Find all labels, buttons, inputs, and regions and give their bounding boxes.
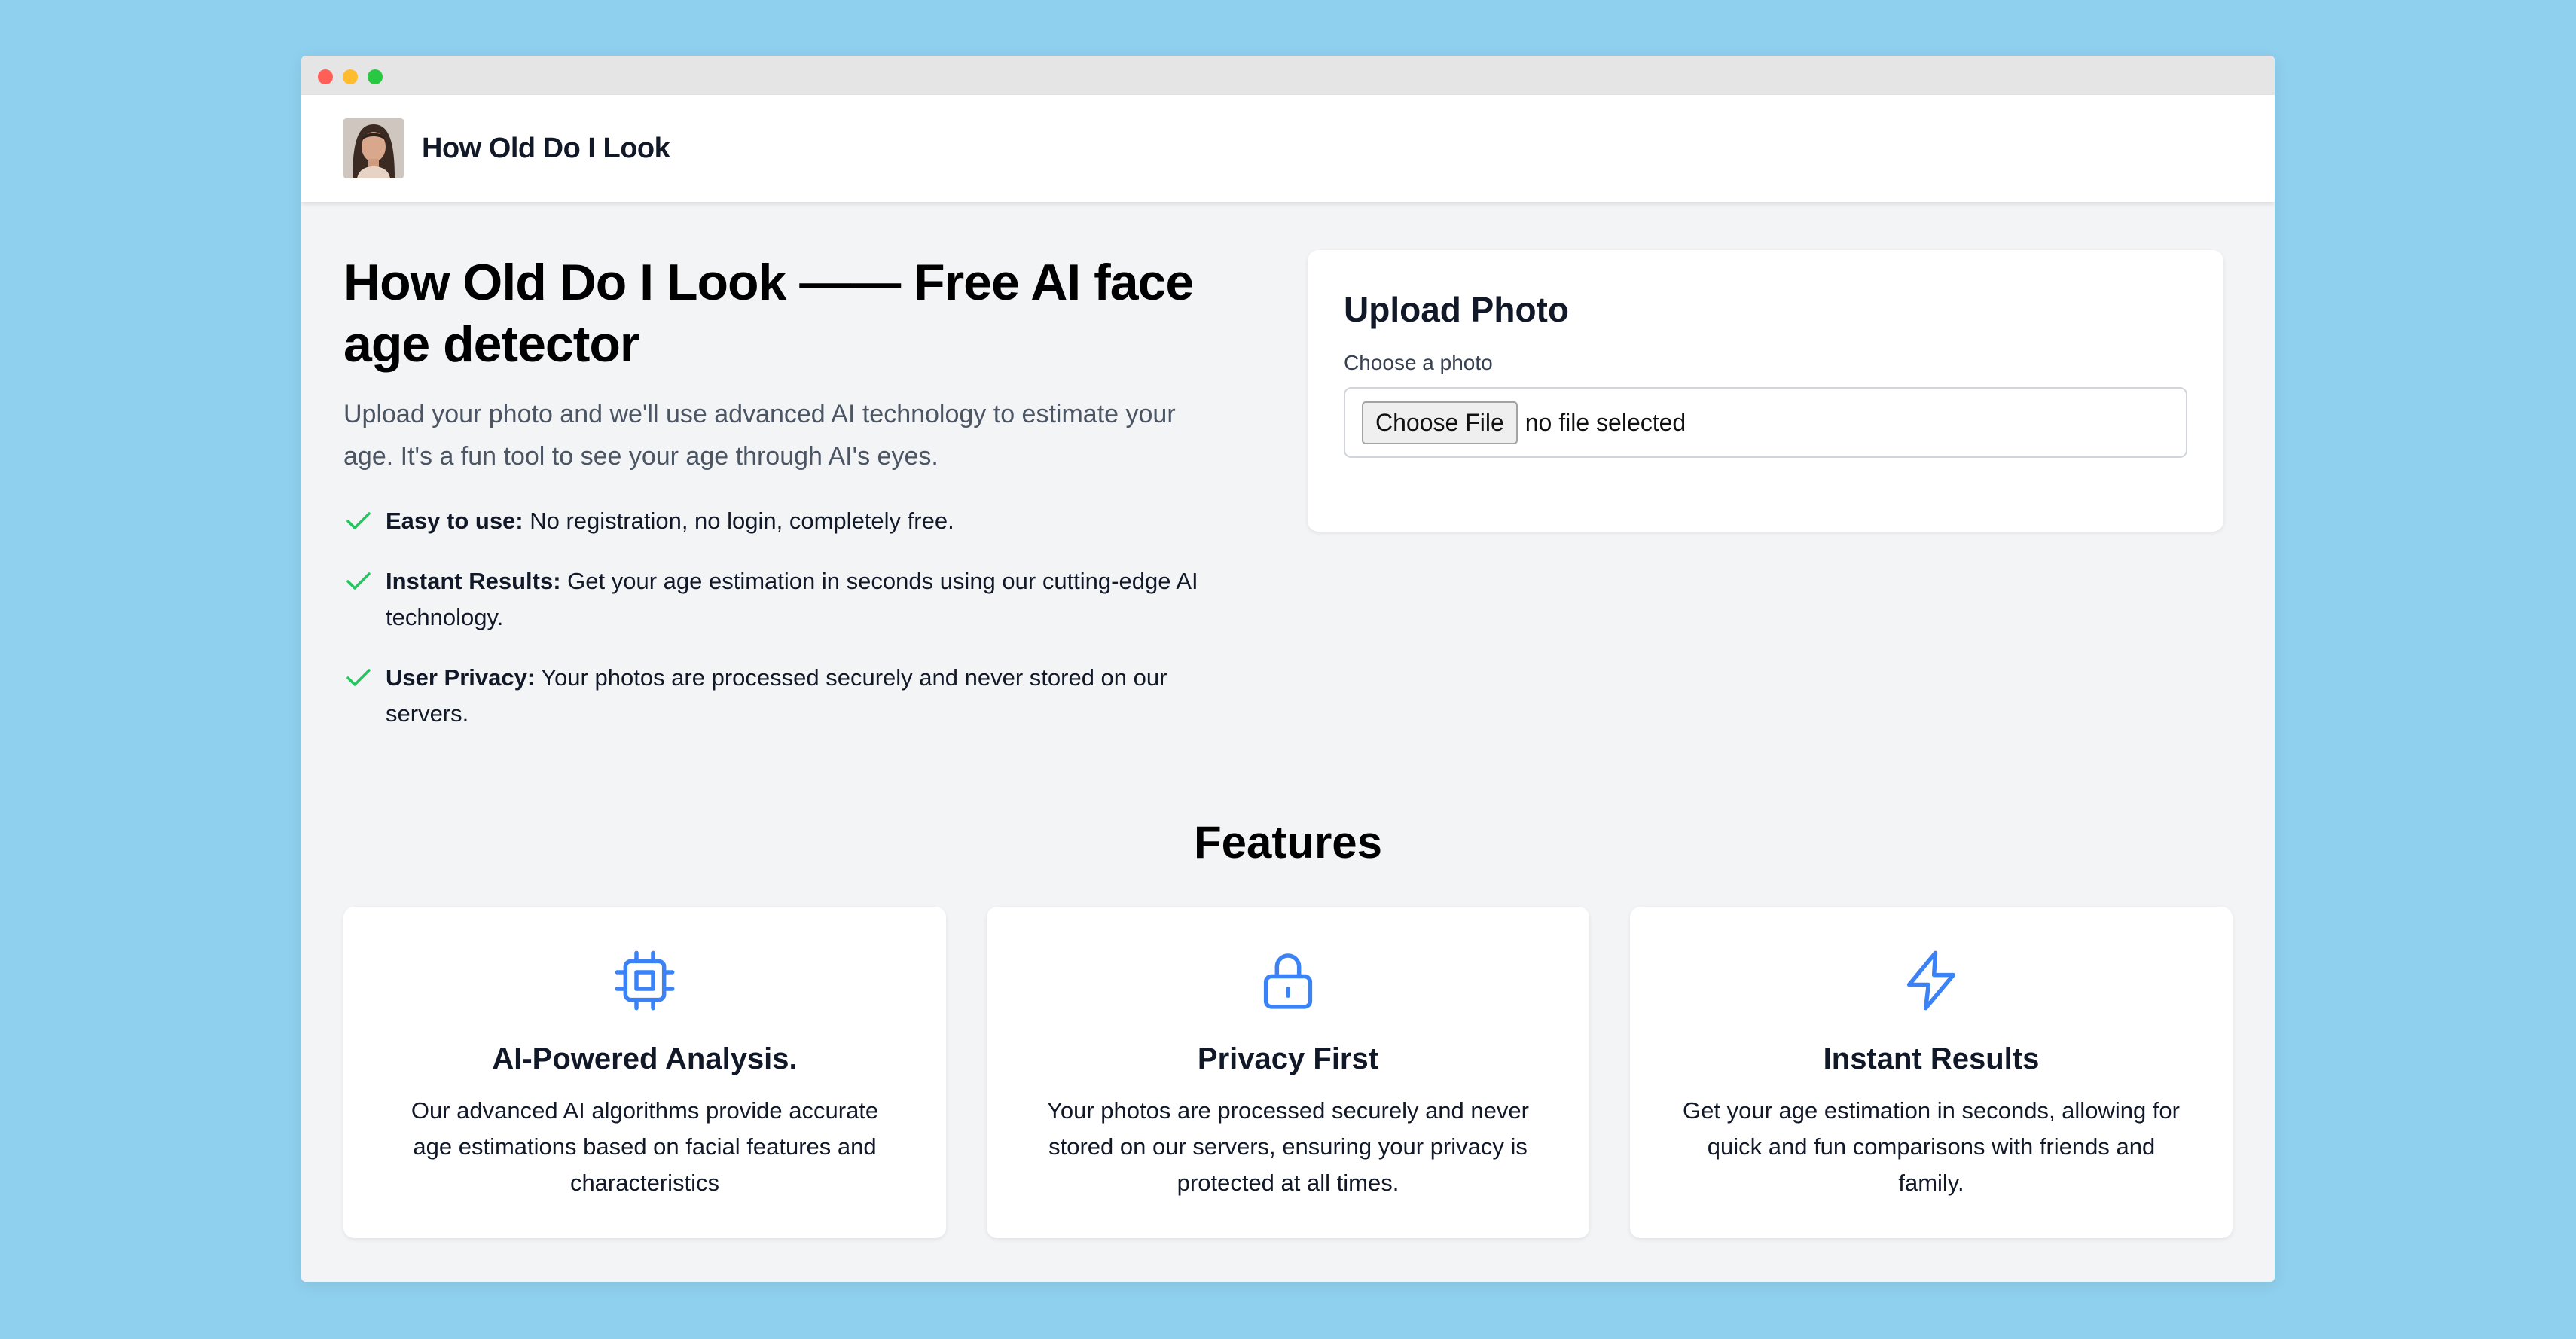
feature-description: Our advanced AI algorithms provide accur… <box>411 1097 879 1196</box>
feature-card-instant: Instant Results Get your age estimation … <box>1630 907 2233 1238</box>
hero-subtitle: Upload your photo and we'll use advanced… <box>343 400 1176 471</box>
photo-file-input[interactable]: Choose File no file selected <box>1344 387 2187 458</box>
benefit-title: User Privacy: <box>386 664 536 691</box>
file-status-text: no file selected <box>1525 408 1686 436</box>
choose-file-button[interactable]: Choose File <box>1362 401 1518 444</box>
page-title: How Old Do I Look —— Free AI face age de… <box>343 254 1194 373</box>
feature-title: AI-Powered Analysis. <box>492 1042 798 1075</box>
check-icon <box>343 503 374 539</box>
photo-field-label: Choose a photo <box>1344 351 1493 374</box>
benefit-item-easy: Easy to use: No registration, no login, … <box>343 503 1232 539</box>
features-heading: Features <box>1193 817 1383 868</box>
check-icon <box>343 563 374 599</box>
logo-avatar[interactable] <box>343 118 404 178</box>
lock-icon <box>987 947 1589 1015</box>
benefit-text: No registration, no login, completely fr… <box>523 508 954 534</box>
feature-card-privacy: Privacy First Your photos are processed … <box>987 907 1589 1238</box>
close-window-button[interactable] <box>318 69 333 84</box>
feature-title: Instant Results <box>1823 1042 2040 1075</box>
upload-card: Upload Photo Choose a photo Choose File … <box>1308 250 2223 532</box>
feature-card-ai: AI-Powered Analysis. Our advanced AI alg… <box>343 907 946 1238</box>
benefit-item-instant: Instant Results: Get your age estimation… <box>343 563 1232 636</box>
navbar: How Old Do I Look <box>301 95 2275 202</box>
minimize-window-button[interactable] <box>343 69 358 84</box>
brand-name[interactable]: How Old Do I Look <box>422 133 670 165</box>
upload-title: Upload Photo <box>1344 290 1569 329</box>
feature-description: Your photos are processed securely and n… <box>1047 1097 1529 1196</box>
benefit-title: Easy to use: <box>386 508 523 534</box>
benefits-list: Easy to use: No registration, no login, … <box>343 503 1232 732</box>
benefit-title: Instant Results: <box>386 568 561 594</box>
maximize-window-button[interactable] <box>368 69 383 84</box>
hero-section: How Old Do I Look —— Free AI face age de… <box>343 252 1232 756</box>
cpu-chip-icon <box>343 947 946 1015</box>
feature-description: Get your age estimation in seconds, allo… <box>1683 1097 2180 1196</box>
browser-window: How Old Do I Look How Old Do I Look —— F… <box>301 56 2275 1282</box>
lightning-bolt-icon <box>1630 947 2233 1015</box>
window-titlebar <box>301 56 2275 95</box>
feature-title: Privacy First <box>1197 1042 1379 1075</box>
check-icon <box>343 660 374 696</box>
benefit-item-privacy: User Privacy: Your photos are processed … <box>343 660 1232 732</box>
